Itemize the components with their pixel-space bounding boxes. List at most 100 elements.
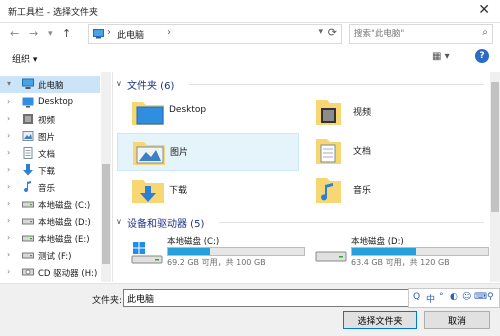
expand-arrow-icon[interactable]: › [7, 216, 10, 225]
drive-icon [22, 201, 34, 208]
forward-arrow-icon[interactable]: → [29, 27, 38, 40]
drive-c[interactable]: 本地磁盘 (C:) 69.2 GB 可用，共 100 GB [117, 233, 305, 269]
sidebar-item-pictures[interactable]: › 图片 [0, 128, 100, 145]
search-box[interactable]: ⌕ [349, 24, 493, 44]
collapse-arrow-icon[interactable]: ▾ [7, 79, 11, 88]
breadcrumb-separator-icon[interactable]: › [167, 27, 171, 38]
drive-size-text: 63.4 GB 可用，共 120 GB [351, 258, 450, 267]
sidebar-item-label: 测试 (F:) [38, 252, 72, 262]
desktop-folder-icon [132, 102, 164, 125]
picture-folder-icon [133, 142, 165, 165]
content-pane: ∨ 文件夹 (6) Desktop 视频 图片 文档 下载 音乐 ∨ 设备和驱动… [113, 72, 489, 282]
pc-icon [93, 29, 104, 39]
ime-chinese-mode[interactable]: 中 [426, 292, 435, 305]
address-bar[interactable]: › 此电脑 › ▾ ⟳ [88, 24, 342, 44]
folder-label: 下载 [169, 186, 188, 196]
drives-group-heading[interactable]: 设备和驱动器 (5) [127, 215, 204, 230]
music-icon [24, 181, 31, 193]
folder-videos[interactable]: 视频 [301, 94, 481, 130]
group-collapse-icon[interactable]: ∨ [116, 217, 122, 226]
sidebar-item-music[interactable]: › 音乐 [0, 179, 100, 196]
folder-name-input[interactable] [123, 289, 427, 307]
search-input[interactable] [354, 27, 469, 40]
ime-toolbar[interactable]: Q 中 ° ◐ ☺ ⌨ ⚲ [408, 288, 500, 308]
navigation-pane: ▾ 此电脑 › Desktop › 视频 › 图片 › 文档 › 下载 › 音乐… [0, 72, 113, 282]
expand-arrow-icon[interactable]: › [7, 182, 10, 191]
close-icon[interactable]: ✕ [478, 2, 490, 18]
drive-label: 本地磁盘 (D:) [351, 237, 404, 247]
folder-desktop[interactable]: Desktop [117, 94, 297, 130]
organize-menu-button[interactable]: 组织 ▾ [12, 52, 37, 65]
ime-keyboard-icon[interactable]: ⌨ [474, 292, 487, 302]
refresh-icon[interactable]: ⟳ [328, 26, 337, 39]
sidebar-item-desktop[interactable]: › Desktop [0, 94, 100, 111]
sidebar-item-documents[interactable]: › 文档 [0, 145, 100, 162]
expand-arrow-icon[interactable]: › [7, 165, 10, 174]
folder-pictures[interactable]: 图片 [117, 133, 299, 171]
expand-arrow-icon[interactable]: › [7, 148, 10, 157]
sidebar-item-drive-e[interactable]: › 本地磁盘 (E:) [0, 230, 100, 247]
drive-usage-bar [351, 247, 489, 256]
folder-documents[interactable]: 文档 [301, 133, 481, 169]
ime-emoji-icon[interactable]: ☺ [462, 292, 471, 302]
sidebar-item-videos[interactable]: › 视频 [0, 111, 100, 128]
sidebar-item-drive-f[interactable]: › 测试 (F:) [0, 247, 100, 264]
desktop-folder-icon [22, 97, 34, 108]
content-scrollbar[interactable] [490, 72, 500, 282]
select-folder-button[interactable]: 选择文件夹 [343, 311, 417, 329]
ime-halfwidth-icon[interactable]: ◐ [450, 292, 458, 302]
drive-icon [22, 252, 34, 259]
folder-downloads[interactable]: 下载 [117, 172, 297, 208]
drive-usage-fill [352, 248, 416, 255]
folder-label: 图片 [170, 148, 189, 158]
window-title: 新工具栏 - 选择文件夹 [8, 8, 98, 18]
search-icon[interactable]: ⌕ [482, 27, 488, 38]
expand-arrow-icon[interactable]: › [7, 199, 10, 208]
expand-arrow-icon[interactable]: › [7, 114, 10, 123]
ime-search-icon[interactable]: Q [413, 292, 420, 302]
up-arrow-icon[interactable]: ↑ [62, 27, 71, 40]
help-icon[interactable]: ? [475, 49, 489, 63]
expand-arrow-icon[interactable]: › [7, 233, 10, 242]
document-folder-icon [316, 139, 341, 164]
drive-icon [315, 251, 347, 262]
windows-drive-icon [131, 242, 163, 264]
folder-music[interactable]: 音乐 [301, 172, 481, 208]
breadcrumb-this-pc[interactable]: 此电脑 [117, 28, 144, 41]
document-folder-icon [23, 147, 33, 159]
sidebar-item-label: CD 驱动器 (H:) [38, 269, 98, 279]
address-dropdown-icon[interactable]: ▾ [318, 27, 323, 37]
sidebar-scrollbar[interactable] [101, 72, 111, 282]
folder-label: Desktop [169, 105, 207, 115]
sidebar-item-drive-c[interactable]: › 本地磁盘 (C:) [0, 196, 100, 213]
drive-d[interactable]: 本地磁盘 (D:) 63.4 GB 可用，共 120 GB [301, 233, 489, 269]
expand-arrow-icon[interactable]: › [7, 250, 10, 259]
scrollbar-thumb[interactable] [491, 82, 499, 212]
sidebar-item-label: 图片 [38, 133, 56, 143]
dialog-footer: 文件夹: Q 中 ° ◐ ☺ ⌨ ⚲ 选择文件夹 取消 [0, 283, 500, 336]
folders-group-heading[interactable]: 文件夹 (6) [127, 77, 174, 92]
recent-locations-icon[interactable]: ▾ [48, 29, 53, 39]
scrollbar-thumb[interactable] [102, 164, 110, 264]
expand-arrow-icon[interactable]: › [7, 267, 10, 276]
breadcrumb-separator-icon[interactable]: › [107, 27, 111, 38]
drive-usage-bar [167, 247, 305, 256]
group-collapse-icon[interactable]: ∨ [116, 79, 122, 88]
expand-arrow-icon[interactable]: › [7, 97, 10, 106]
sidebar-item-cd-drive-h[interactable]: › CD 驱动器 (H:) [0, 264, 100, 281]
expand-arrow-icon[interactable]: › [7, 131, 10, 140]
back-arrow-icon[interactable]: ← [10, 27, 19, 40]
cancel-button[interactable]: 取消 [424, 311, 490, 329]
pc-icon [22, 78, 34, 89]
sidebar-item-this-pc[interactable]: ▾ 此电脑 [0, 76, 100, 93]
folder-label: 视频 [353, 108, 372, 118]
sidebar-item-drive-d[interactable]: › 本地磁盘 (D:) [0, 213, 100, 230]
drive-usage-fill [168, 248, 211, 255]
music-folder-icon [316, 178, 341, 203]
drive-icon [22, 218, 34, 225]
sidebar-item-downloads[interactable]: › 下载 [0, 162, 100, 179]
group-divider [219, 222, 484, 223]
ime-tools-icon[interactable]: ⚲ [487, 292, 494, 302]
view-options-button[interactable]: ▦ ▾ [432, 51, 450, 62]
ime-punctuation-icon[interactable]: ° [439, 292, 444, 302]
